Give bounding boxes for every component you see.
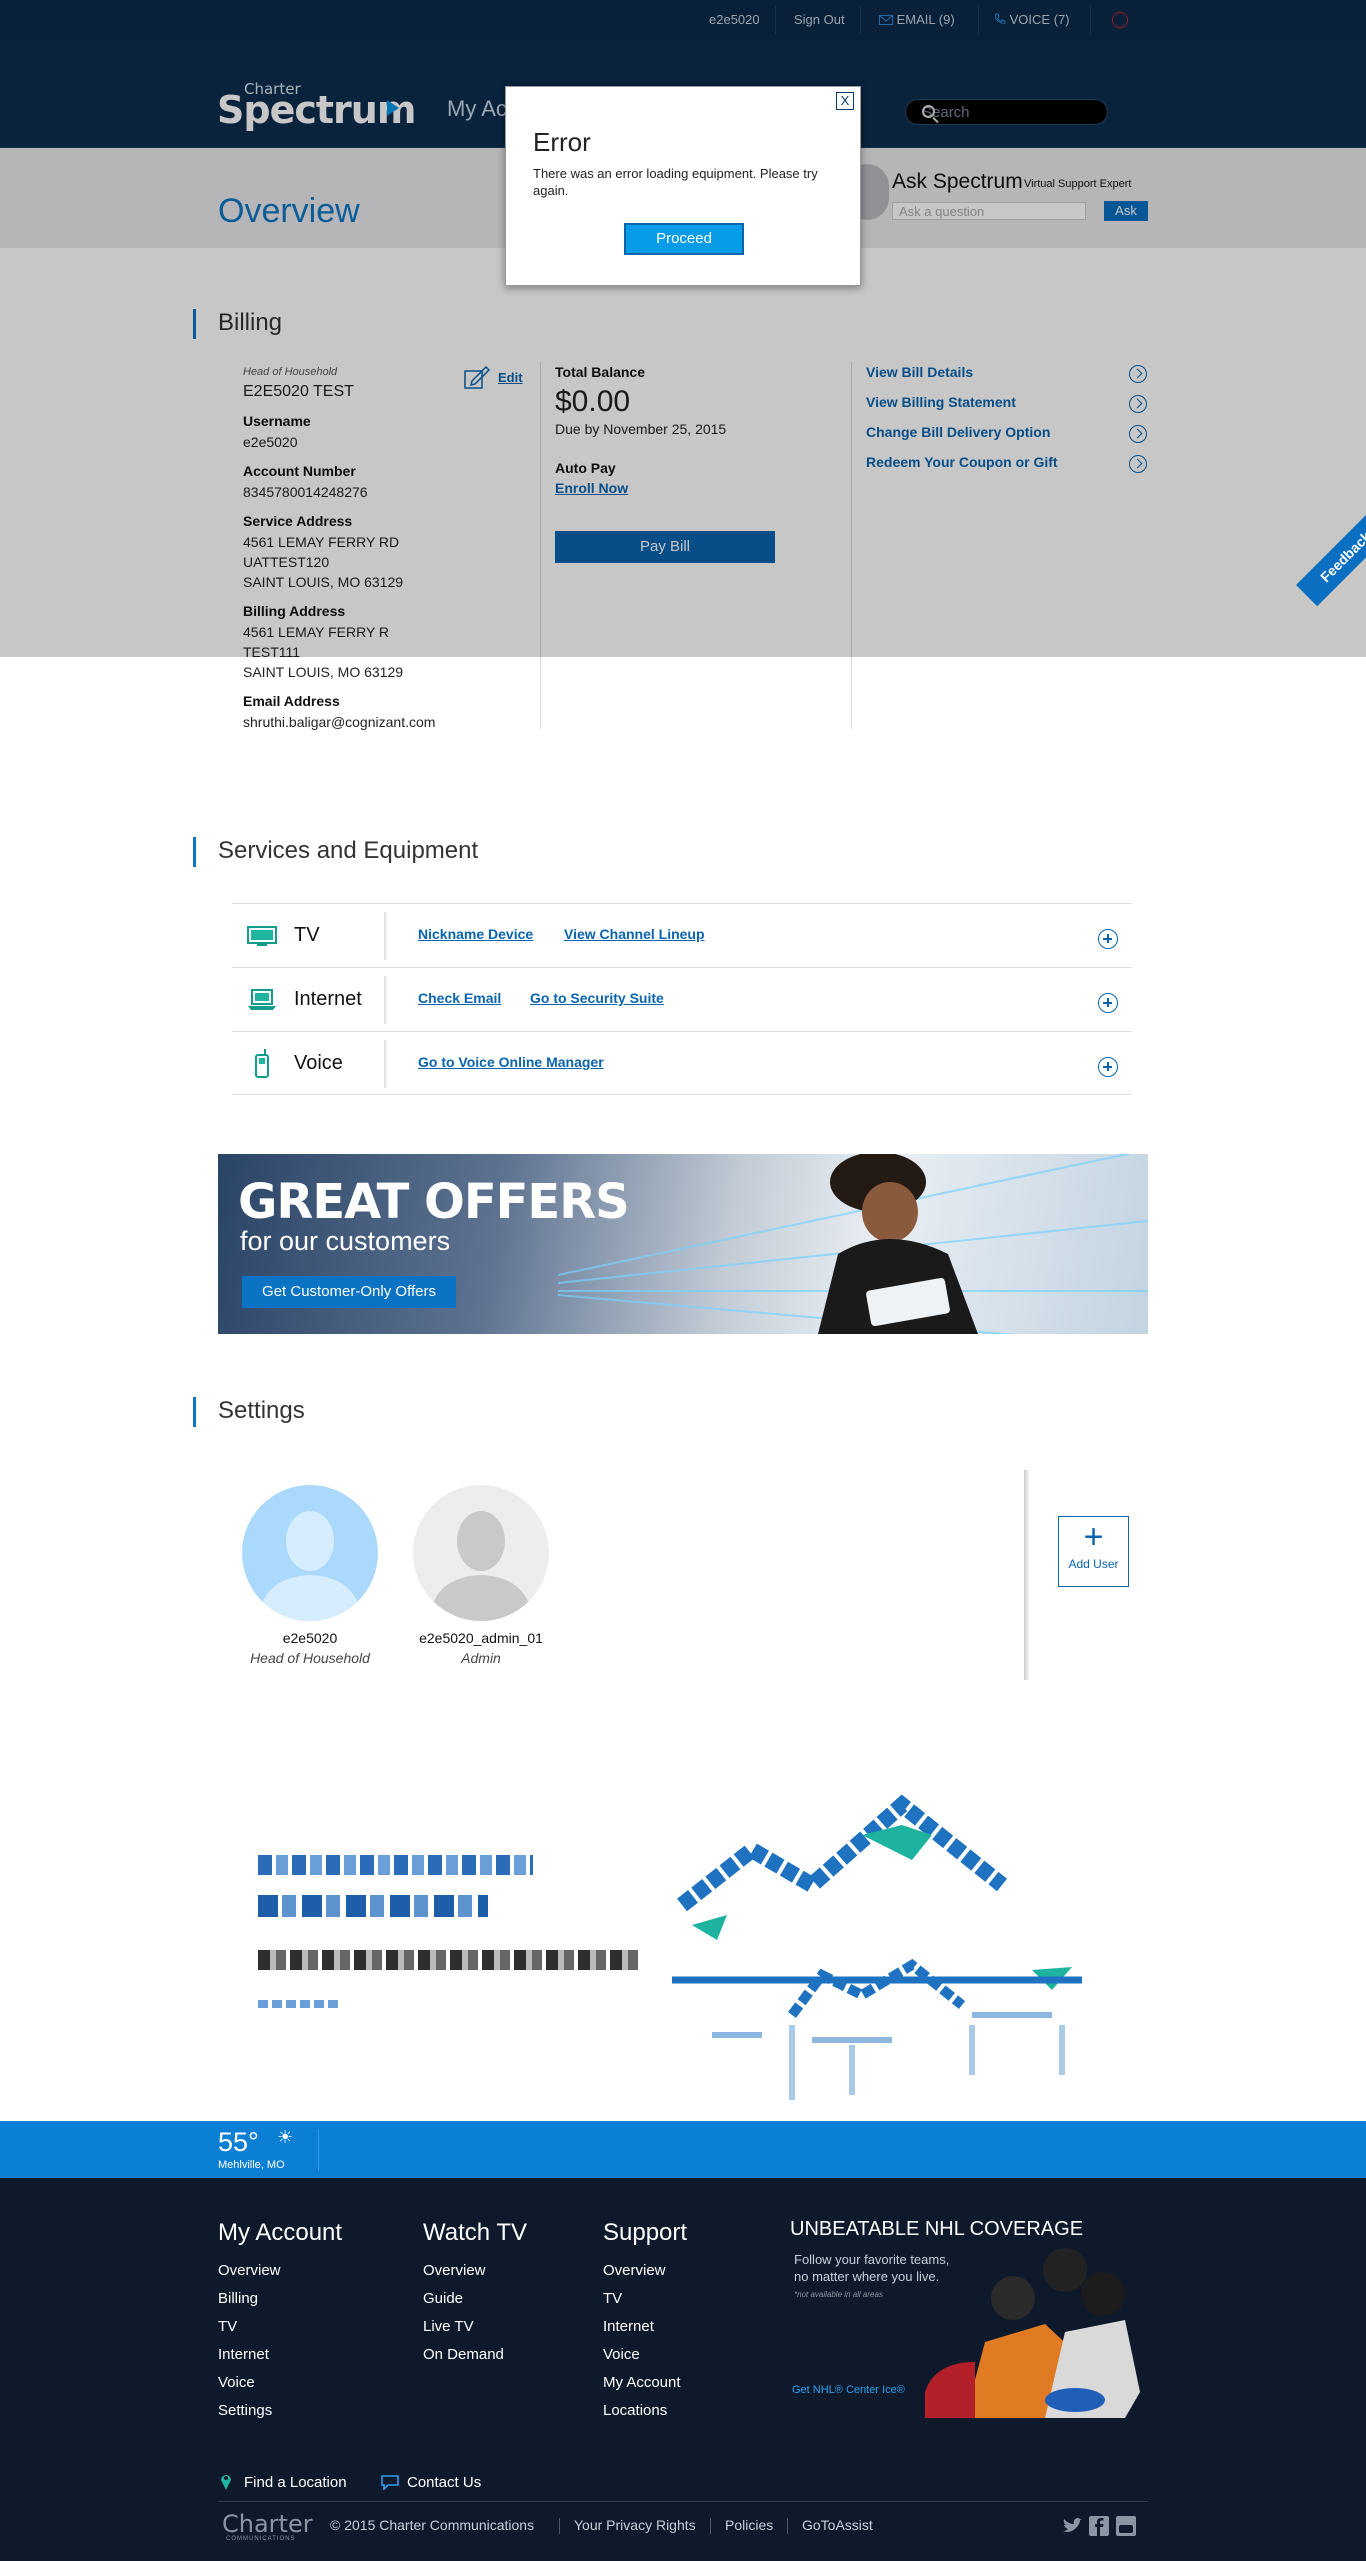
person-silhouette-icon (258, 1511, 362, 1621)
services-heading: Services and Equipment (193, 837, 478, 867)
footer-link[interactable]: Voice (218, 2374, 255, 2391)
service-row-internet: Internet Check Email Go to Security Suit… (232, 967, 1132, 1031)
user-name: e2e5020_admin_01 (419, 1630, 543, 1646)
proceed-button[interactable]: Proceed (624, 223, 744, 255)
billing-address-line3: SAINT LOUIS, MO 63129 (243, 664, 404, 680)
check-email-link[interactable]: Check Email (418, 990, 501, 1006)
footer-my-account-heading: My Account (218, 2219, 343, 2246)
divider (384, 1040, 388, 1088)
service-name-internet: Internet (294, 988, 362, 1010)
customer-offers-button[interactable]: Get Customer-Only Offers (242, 1276, 456, 1308)
copyright: © 2015 Charter Communications (330, 2517, 535, 2533)
add-user-label: Add User (1068, 1557, 1119, 1571)
divider (318, 2129, 319, 2171)
promo-line2: no matter where you live. (794, 2269, 940, 2284)
view-channel-lineup-link[interactable]: View Channel Lineup (564, 926, 705, 942)
divider (559, 2518, 560, 2534)
email-address-label: Email Address (243, 693, 340, 709)
user-role: Head of Household (250, 1650, 370, 1666)
error-dialog: X Error There was an error loading equip… (505, 86, 861, 286)
gotoassist-link[interactable]: GoToAssist (802, 2517, 873, 2533)
temperature: 55° (218, 2127, 259, 2157)
service-name-tv: TV (294, 924, 320, 946)
footer-link[interactable]: Voice (603, 2346, 640, 2363)
woman-with-tablet-image (818, 1154, 978, 1334)
charter-footer-logo: Charter (222, 2510, 313, 2538)
footer: My Account Overview Billing TV Internet … (0, 2178, 1366, 2561)
divider (787, 2518, 788, 2534)
footer-link[interactable]: TV (218, 2318, 237, 2335)
user-name: e2e5020 (282, 1630, 338, 1646)
divider (384, 912, 388, 960)
location-pin-icon (221, 2475, 231, 2490)
user-avatar-hoh[interactable] (242, 1485, 378, 1621)
footer-link[interactable]: On Demand (423, 2346, 504, 2363)
person-silhouette-icon (429, 1511, 533, 1621)
divider (218, 2501, 1148, 2502)
error-message: There was an error loading equipment. Pl… (533, 166, 818, 198)
contact-us-link[interactable]: Contact Us (407, 2474, 481, 2491)
expand-icon[interactable] (1098, 1057, 1118, 1077)
footer-link[interactable]: Overview (423, 2262, 486, 2279)
find-location-link[interactable]: Find a Location (244, 2474, 347, 2491)
nhl-promo[interactable]: UNBEATABLE NHL COVERAGE Follow your favo… (785, 2218, 1145, 2418)
nickname-device-link[interactable]: Nickname Device (418, 926, 533, 942)
hockey-players-image (925, 2248, 1140, 2418)
user-role: Admin (461, 1650, 501, 1666)
weather-location: Mehlville, MO (218, 2159, 285, 2171)
facebook-icon[interactable] (1089, 2516, 1109, 2536)
charter-footer-logo-sub: COMMUNICATIONS (226, 2536, 296, 2542)
footer-link[interactable]: Locations (603, 2402, 667, 2419)
error-title: Error (533, 127, 591, 157)
expand-icon[interactable] (1098, 929, 1118, 949)
footer-link[interactable]: TV (603, 2290, 622, 2307)
ad-pixelated-graphic (672, 1794, 1082, 2100)
footer-watch-tv-heading: Watch TV (423, 2219, 528, 2246)
twitter-icon[interactable] (1062, 2518, 1082, 2534)
offers-headline: GREAT OFFERS (238, 1174, 630, 1230)
ad-pixelated-text (258, 1855, 638, 2008)
privacy-rights-link[interactable]: Your Privacy Rights (574, 2517, 696, 2533)
close-icon[interactable]: X (836, 92, 854, 110)
footer-support-heading: Support (603, 2219, 688, 2246)
expand-icon[interactable] (1098, 993, 1118, 1013)
service-name-voice: Voice (294, 1052, 343, 1074)
footer-link[interactable]: Guide (423, 2290, 463, 2307)
divider (1024, 1470, 1030, 1680)
divider (384, 976, 388, 1024)
sun-icon: ☀ (277, 2127, 294, 2147)
footer-link[interactable]: Live TV (423, 2318, 474, 2335)
chat-bubble-icon (381, 2475, 399, 2490)
settings-heading: Settings (193, 1397, 305, 1427)
weather-bar: 55° ☀ Mehlville, MO (0, 2121, 1366, 2178)
add-user-button[interactable]: + Add User (1058, 1516, 1129, 1587)
voice-online-manager-link[interactable]: Go to Voice Online Manager (418, 1054, 604, 1070)
footer-link[interactable]: Overview (603, 2262, 666, 2279)
policies-link[interactable]: Policies (725, 2517, 773, 2533)
offers-banner[interactable]: GREAT OFFERS for our customers Get Custo… (218, 1154, 1148, 1334)
service-row-tv: TV Nickname Device View Channel Lineup (232, 903, 1132, 967)
divider (710, 2518, 711, 2534)
service-row-voice: Voice Go to Voice Online Manager (232, 1031, 1132, 1095)
footer-link[interactable]: Overview (218, 2262, 281, 2279)
footer-link[interactable]: My Account (603, 2374, 681, 2391)
tv-icon (247, 926, 277, 946)
youtube-icon[interactable] (1116, 2516, 1136, 2536)
cordless-phone-icon (255, 1049, 269, 1078)
user-avatar-admin[interactable] (413, 1485, 549, 1621)
footer-link[interactable]: Internet (218, 2346, 269, 2363)
promo-note: *not available in all areas (794, 2290, 883, 2299)
offers-subheadline: for our customers (240, 1226, 451, 1256)
footer-link[interactable]: Settings (218, 2402, 272, 2419)
plus-icon: + (1083, 1518, 1104, 1556)
security-suite-link[interactable]: Go to Security Suite (530, 990, 664, 1006)
email-address-value: shruthi.baligar@cognizant.com (243, 714, 436, 730)
laptop-icon (248, 989, 276, 1010)
nhl-center-ice-link[interactable]: Get NHL® Center Ice® (792, 2384, 905, 2396)
footer-link[interactable]: Billing (218, 2290, 258, 2307)
footer-link[interactable]: Internet (603, 2318, 654, 2335)
